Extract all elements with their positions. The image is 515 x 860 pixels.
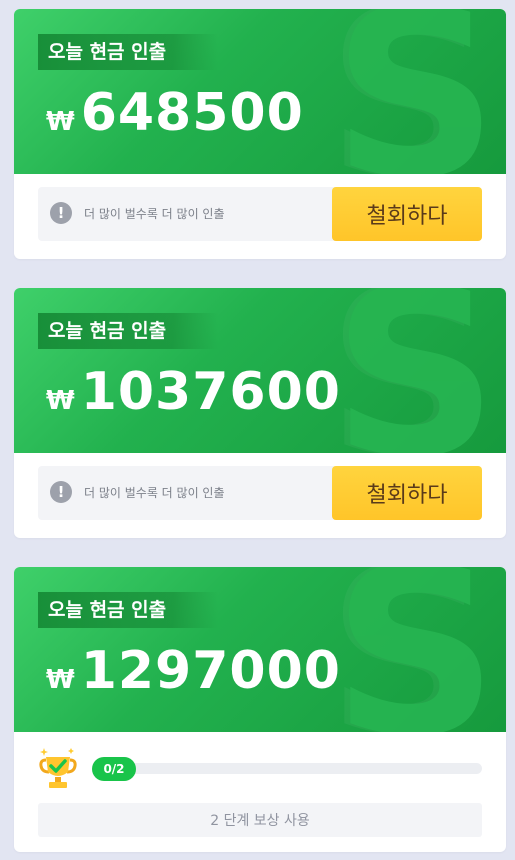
withdraw-card-3: S 오늘 현금 인출 ₩ 1297000 0/2 2 단계 보상 사용 (14, 567, 506, 852)
progress-label: 0/2 (92, 757, 136, 781)
currency-symbol: ₩ (46, 665, 75, 695)
amount-value: 1297000 (80, 641, 341, 701)
cash-amount: ₩ 1297000 (46, 641, 341, 701)
card-footer: ! 더 많이 벌수록 더 많이 인출 철회하다 (14, 453, 506, 538)
exclamation-circle-icon: ! (50, 481, 72, 503)
exclamation-circle-icon: ! (50, 202, 72, 224)
dollar-s-icon: S (332, 9, 498, 174)
notice-text: 더 많이 벌수록 더 많이 인출 (84, 486, 225, 500)
card-title: 오늘 현금 인출 (38, 34, 218, 70)
withdraw-button[interactable]: 철회하다 (332, 466, 482, 520)
withdraw-button[interactable]: 철회하다 (332, 187, 482, 241)
reward-progress-section: 0/2 2 단계 보상 사용 (14, 732, 506, 852)
notice-text: 더 많이 벌수록 더 많이 인출 (84, 207, 225, 221)
card-title: 오늘 현금 인출 (38, 313, 218, 349)
amount-value: 1037600 (80, 362, 341, 422)
cash-amount: ₩ 1037600 (46, 362, 341, 422)
notice-bar: ! 더 많이 벌수록 더 많이 인출 철회하다 (38, 466, 482, 520)
dollar-s-icon: S (332, 288, 498, 453)
currency-symbol: ₩ (46, 386, 75, 416)
use-reward-button[interactable]: 2 단계 보상 사용 (38, 803, 482, 837)
card-hero: S 오늘 현금 인출 ₩ 1037600 (14, 288, 506, 453)
card-title: 오늘 현금 인출 (38, 592, 218, 628)
notice-bar: ! 더 많이 벌수록 더 많이 인출 철회하다 (38, 187, 482, 241)
card-hero: S 오늘 현금 인출 ₩ 648500 (14, 9, 506, 174)
dollar-s-icon: S (332, 567, 498, 732)
cash-amount: ₩ 648500 (46, 83, 304, 143)
trophy-icon (39, 748, 77, 788)
card-hero: S 오늘 현금 인출 ₩ 1297000 (14, 567, 506, 732)
amount-value: 648500 (80, 83, 304, 143)
card-footer: ! 더 많이 벌수록 더 많이 인출 철회하다 (14, 174, 506, 259)
progress-track (94, 763, 482, 774)
withdraw-card-1: S 오늘 현금 인출 ₩ 648500 ! 더 많이 벌수록 더 많이 인출 철… (14, 9, 506, 259)
withdraw-card-2: S 오늘 현금 인출 ₩ 1037600 ! 더 많이 벌수록 더 많이 인출 … (14, 288, 506, 538)
currency-symbol: ₩ (46, 107, 75, 137)
